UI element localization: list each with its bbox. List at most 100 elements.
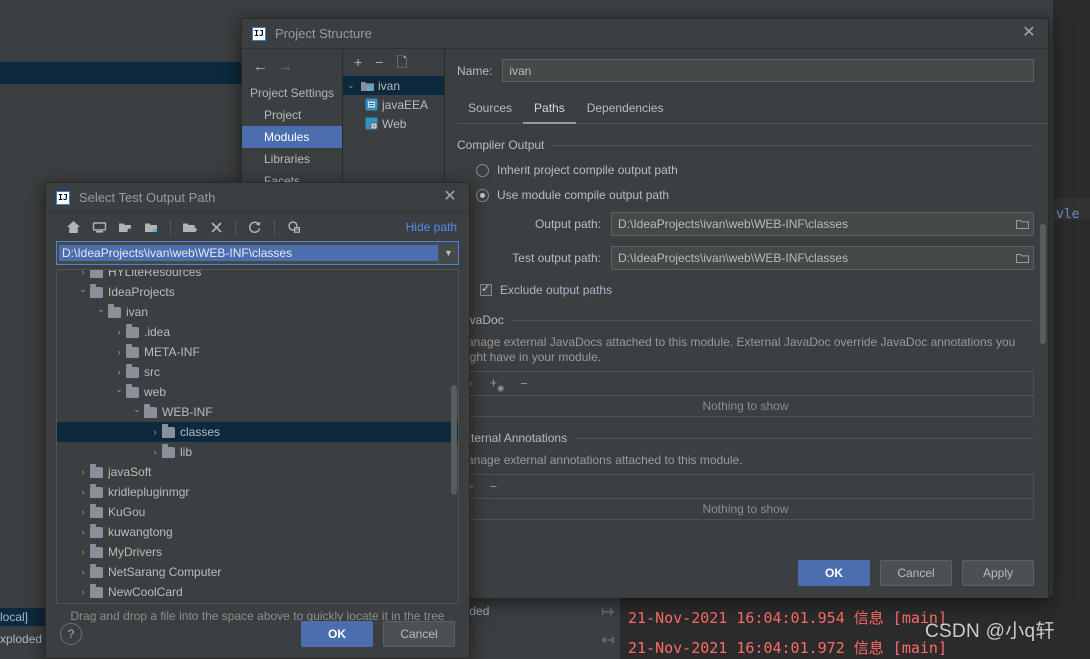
close-icon[interactable]: ✕ — [1018, 23, 1040, 45]
tree-item-meta-inf[interactable]: META-INF — [57, 342, 458, 362]
module-tree-item-javaeea[interactable]: javaEEA — [343, 95, 444, 114]
help-icon[interactable]: ? — [60, 623, 82, 645]
path-combobox[interactable]: D:\IdeaProjects\ivan\web\WEB-INF\classes… — [56, 241, 459, 265]
ok-button[interactable]: OK — [301, 621, 373, 647]
tree-item-label: ivan — [126, 305, 149, 319]
module-tree-item-ivan[interactable]: ⌄ ivan — [343, 76, 444, 95]
refresh-icon[interactable] — [242, 216, 268, 238]
tree-item-classes[interactable]: classes — [57, 422, 458, 442]
chevron-right-icon[interactable] — [149, 427, 161, 437]
chevron-right-icon[interactable] — [77, 487, 89, 497]
remove-annotation-icon[interactable]: − — [490, 479, 498, 494]
sidebar-item-modules[interactable]: Modules — [242, 126, 342, 148]
sidebar-item-libraries[interactable]: Libraries — [242, 148, 342, 170]
folder-icon — [90, 543, 103, 558]
tree-item-web-inf[interactable]: WEB-INF — [57, 402, 458, 422]
tab-sources[interactable]: Sources — [457, 96, 523, 124]
radio-inherit-output-icon[interactable] — [476, 163, 489, 177]
tree-item-web[interactable]: web — [57, 382, 458, 402]
delete-icon[interactable] — [203, 216, 229, 238]
tree-item-label: classes — [180, 425, 221, 439]
add-icon[interactable]: + — [354, 55, 362, 69]
sidebar-item-project[interactable]: Project — [242, 104, 342, 126]
tree-item-label: WEB-INF — [162, 405, 213, 419]
toolbar-divider — [170, 219, 171, 235]
hide-path-link[interactable]: Hide path — [406, 220, 457, 234]
radio-module-output-icon[interactable] — [476, 188, 489, 202]
settings-scrollbar[interactable] — [1040, 224, 1046, 344]
section-divider — [575, 437, 1034, 439]
back-arrow-icon[interactable]: ← — [253, 59, 268, 74]
tree-item-kuwangtong[interactable]: kuwangtong — [57, 522, 458, 542]
tree-item-idea[interactable]: .idea — [57, 322, 458, 342]
tree-item-ivan[interactable]: ivan — [57, 302, 458, 322]
cancel-button[interactable]: Cancel — [880, 560, 952, 586]
copy-icon[interactable]: 🗋 — [396, 55, 407, 69]
chevron-down-icon[interactable] — [77, 287, 89, 298]
chevron-right-icon[interactable] — [77, 547, 89, 557]
tree-item-hyliteresources[interactable]: HYLiteResources — [57, 270, 458, 282]
tree-item-src[interactable]: src — [57, 362, 458, 382]
forward-arrow-icon[interactable]: → — [278, 59, 293, 74]
tree-item-ideaprojects[interactable]: IdeaProjects — [57, 282, 458, 302]
tree-item-javasoft[interactable]: javaSoft — [57, 462, 458, 482]
new-folder-icon[interactable] — [177, 216, 203, 238]
module-name-input[interactable] — [502, 59, 1034, 82]
scroll-left-icon: ↤ — [601, 632, 615, 649]
chevron-right-icon[interactable] — [77, 567, 89, 577]
browse-folder-icon[interactable] — [1011, 247, 1033, 269]
desktop-icon[interactable] — [86, 216, 112, 238]
chevron-right-icon[interactable] — [77, 527, 89, 537]
chevron-down-icon[interactable]: ▼ — [438, 242, 458, 264]
chevron-right-icon[interactable] — [113, 367, 125, 377]
test-output-path-field[interactable]: D:\IdeaProjects\ivan\web\WEB-INF\classes — [611, 246, 1034, 270]
file-tree-scrollbar[interactable] — [451, 385, 457, 495]
chevron-right-icon[interactable] — [113, 347, 125, 357]
ok-button[interactable]: OK — [798, 560, 870, 586]
exclude-output-paths-checkbox[interactable] — [480, 282, 492, 296]
chevron-right-icon[interactable] — [77, 587, 89, 597]
remove-javadoc-icon[interactable]: − — [520, 376, 528, 391]
tree-item-newcoolcard[interactable]: NewCoolCard — [57, 582, 458, 602]
project-folder-icon[interactable] — [112, 216, 138, 238]
tree-item-netsarang-computer[interactable]: NetSarang Computer — [57, 562, 458, 582]
tab-dependencies[interactable]: Dependencies — [576, 96, 675, 124]
radio-inherit-output-row[interactable]: Inherit project compile output path — [476, 163, 1048, 177]
chevron-right-icon[interactable] — [77, 507, 89, 517]
tree-item-label: src — [144, 365, 160, 379]
select-dialog-button-bar: ? OK Cancel — [46, 610, 469, 658]
add-javadoc-link-icon[interactable]: +◉ — [490, 375, 505, 393]
tree-item-kridlepluginmgr[interactable]: kridlepluginmgr — [57, 482, 458, 502]
chevron-right-icon[interactable] — [77, 467, 89, 477]
close-icon[interactable]: ✕ — [439, 187, 461, 209]
remove-icon[interactable]: − — [375, 55, 383, 69]
chevron-down-icon[interactable] — [95, 307, 107, 318]
apply-button[interactable]: Apply — [962, 560, 1034, 586]
external-annotations-section-header: External Annotations — [457, 431, 1034, 445]
cancel-button[interactable]: Cancel — [383, 621, 455, 647]
background-editor-code: vle — [1056, 207, 1080, 222]
chevron-right-icon[interactable] — [113, 327, 125, 337]
radio-module-output-row[interactable]: Use module compile output path — [476, 188, 1048, 202]
chevron-right-icon[interactable] — [149, 447, 161, 457]
home-icon[interactable] — [60, 216, 86, 238]
chevron-down-icon[interactable] — [131, 407, 143, 418]
chevron-down-icon[interactable] — [113, 387, 125, 398]
chevron-down-icon[interactable]: ⌄ — [347, 80, 357, 91]
chevron-right-icon[interactable] — [77, 270, 89, 277]
exclude-output-paths-row[interactable]: Exclude output paths — [480, 282, 1048, 297]
output-path-field[interactable]: D:\IdeaProjects\ivan\web\WEB-INF\classes — [611, 212, 1034, 236]
external-annotations-toolbar: + − — [457, 474, 1034, 498]
show-hidden-icon[interactable] — [281, 216, 307, 238]
tab-paths[interactable]: Paths — [523, 96, 576, 124]
facet-javaee-icon — [365, 98, 378, 111]
browse-folder-icon[interactable] — [1011, 213, 1033, 235]
path-combobox-value[interactable]: D:\IdeaProjects\ivan\web\WEB-INF\classes — [59, 245, 438, 261]
intellij-logo-icon: IJ — [56, 190, 70, 205]
file-tree[interactable]: HYLiteResources IdeaProjects ivan .idea — [56, 269, 459, 604]
tree-item-mydrivers[interactable]: MyDrivers — [57, 542, 458, 562]
module-tree-item-web[interactable]: Web — [343, 114, 444, 133]
module-folder-icon[interactable] — [138, 216, 164, 238]
tree-item-kugou[interactable]: KuGou — [57, 502, 458, 522]
tree-item-lib[interactable]: lib — [57, 442, 458, 462]
